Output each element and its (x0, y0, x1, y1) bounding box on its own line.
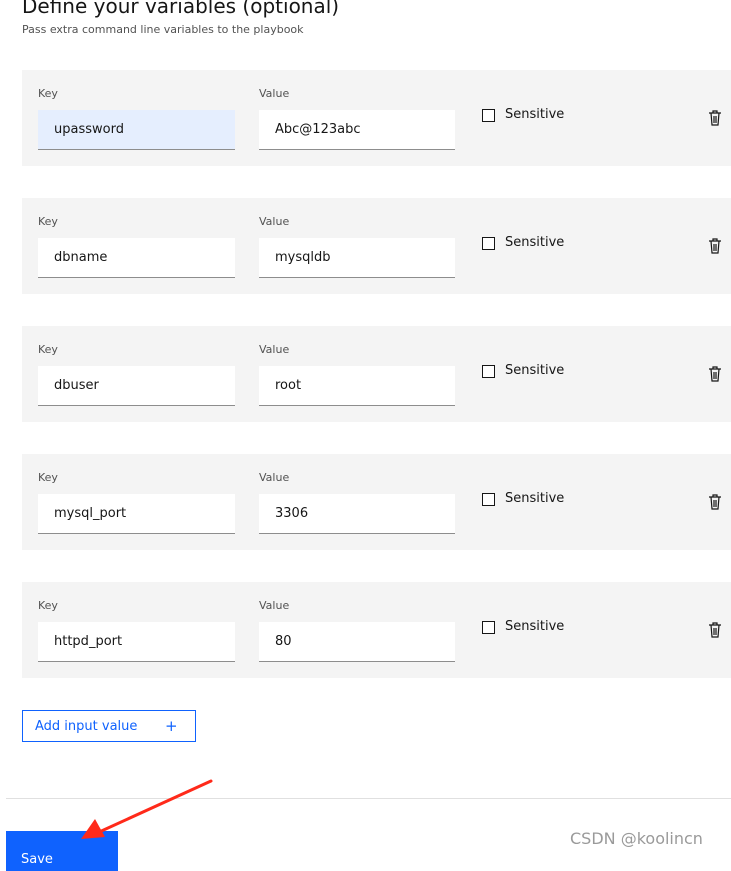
trash-icon[interactable] (708, 238, 722, 254)
sensitive-label: Sensitive (505, 235, 565, 250)
page-subtitle: Pass extra command line variables to the… (22, 23, 304, 36)
sensitive-checkbox[interactable] (482, 237, 495, 250)
value-label: Value (259, 215, 290, 228)
key-label: Key (38, 87, 58, 100)
value-label: Value (259, 343, 290, 356)
key-input[interactable] (38, 366, 235, 406)
sensitive-checkbox[interactable] (482, 493, 495, 506)
page-title: Define your variables (optional) (22, 0, 340, 18)
add-input-value-button[interactable]: Add input value + (22, 710, 196, 742)
annotation-arrow-icon (81, 779, 213, 839)
key-input[interactable] (38, 110, 235, 150)
variable-row: Key Value Sensitive (22, 326, 731, 422)
key-label: Key (38, 215, 58, 228)
sensitive-checkbox[interactable] (482, 365, 495, 378)
value-input[interactable] (259, 110, 455, 150)
watermark: CSDN @koolincn (570, 829, 703, 848)
sensitive-label: Sensitive (505, 619, 565, 634)
sensitive-checkbox[interactable] (482, 621, 495, 634)
plus-icon: + (165, 717, 178, 735)
add-input-value-label: Add input value (35, 718, 138, 734)
variable-row: Key Value Sensitive (22, 582, 731, 678)
sensitive-label: Sensitive (505, 107, 565, 122)
key-input[interactable] (38, 622, 235, 662)
value-input[interactable] (259, 622, 455, 662)
trash-icon[interactable] (708, 366, 722, 382)
variable-row: Key Value Sensitive (22, 70, 731, 166)
value-input[interactable] (259, 494, 455, 534)
value-label: Value (259, 599, 290, 612)
sensitive-checkbox[interactable] (482, 109, 495, 122)
key-label: Key (38, 471, 58, 484)
variable-row: Key Value Sensitive (22, 198, 731, 294)
value-input[interactable] (259, 238, 455, 278)
value-label: Value (259, 87, 290, 100)
key-label: Key (38, 343, 58, 356)
key-input[interactable] (38, 494, 235, 534)
variable-row: Key Value Sensitive (22, 454, 731, 550)
sensitive-label: Sensitive (505, 491, 565, 506)
value-input[interactable] (259, 366, 455, 406)
trash-icon[interactable] (708, 622, 722, 638)
key-input[interactable] (38, 238, 235, 278)
trash-icon[interactable] (708, 110, 722, 126)
value-label: Value (259, 471, 290, 484)
key-label: Key (38, 599, 58, 612)
sensitive-label: Sensitive (505, 363, 565, 378)
trash-icon[interactable] (708, 494, 722, 510)
